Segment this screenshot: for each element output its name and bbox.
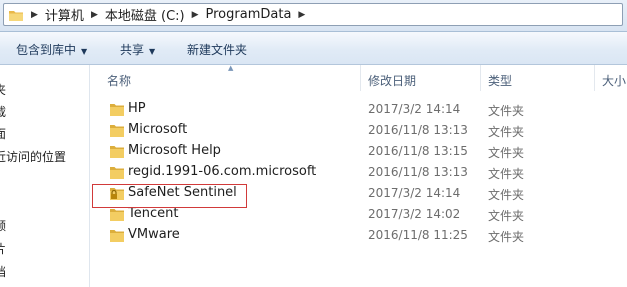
folder-icon <box>9 10 23 21</box>
dropdown-arrow-icon: ▼ <box>149 47 156 56</box>
nav-item-recent-places[interactable]: 近访问的位置 <box>0 148 66 165</box>
file-type: 文件夹 <box>488 167 525 181</box>
file-date: 2016/11/8 13:13 <box>368 123 468 137</box>
nav-item[interactable]: 面 <box>0 125 6 142</box>
column-divider[interactable] <box>480 65 481 91</box>
file-name: VMware <box>128 227 180 242</box>
dropdown-arrow-icon: ▼ <box>81 47 88 56</box>
column-header-date[interactable]: 修改日期 <box>368 72 416 89</box>
file-name: regid.1991-06.com.microsoft <box>128 164 317 179</box>
folder-icon <box>110 125 124 137</box>
address-bar: ▶ 计算机 ▶ 本地磁盘 (C:) ▶ ProgramData ▶ <box>0 0 627 32</box>
column-header-type[interactable]: 类型 <box>488 72 512 89</box>
chevron-right-icon[interactable]: ▶ <box>91 10 98 20</box>
column-headers: ▲ 名称 修改日期 类型 大小 <box>90 64 627 91</box>
file-type: 文件夹 <box>488 209 525 223</box>
file-name: Tencent <box>128 206 179 221</box>
share-button[interactable]: 共享 ▼ <box>120 41 155 58</box>
nav-item[interactable]: 夹 <box>0 81 6 98</box>
chevron-right-icon[interactable]: ▶ <box>192 10 199 20</box>
breadcrumb-local-disk[interactable]: 本地磁盘 (C:) <box>105 5 185 24</box>
include-in-library-label: 包含到库中 <box>16 43 77 57</box>
file-date: 2016/11/8 11:25 <box>368 228 468 242</box>
folder-icon <box>110 146 124 158</box>
file-row[interactable]: Microsoft Help 2016/11/8 13:15 文件夹 <box>90 141 627 162</box>
column-header-name[interactable]: 名称 <box>107 72 131 89</box>
column-header-size[interactable]: 大小 <box>602 72 626 89</box>
chevron-right-icon[interactable]: ▶ <box>31 10 38 20</box>
share-label: 共享 <box>120 43 145 57</box>
file-name: HP <box>128 101 146 116</box>
file-type: 文件夹 <box>488 125 525 139</box>
file-type: 文件夹 <box>488 146 525 160</box>
folder-icon <box>110 230 124 242</box>
chevron-right-icon[interactable]: ▶ <box>298 10 305 20</box>
file-row[interactable]: HP 2017/3/2 14:14 文件夹 <box>90 99 627 120</box>
file-date: 2017/3/2 14:14 <box>368 102 461 116</box>
nav-item[interactable]: 档 <box>0 263 6 280</box>
nav-item[interactable]: 载 <box>0 103 6 120</box>
file-type: 文件夹 <box>488 104 525 118</box>
breadcrumb-programdata[interactable]: ProgramData <box>206 7 292 22</box>
nav-item[interactable]: 频 <box>0 217 6 234</box>
file-name: Microsoft Help <box>128 143 221 158</box>
navigation-pane: 夹 载 面 近访问的位置 频 片 档 <box>0 65 90 287</box>
folder-icon <box>110 209 124 221</box>
column-divider[interactable] <box>594 65 595 91</box>
file-row[interactable]: regid.1991-06.com.microsoft 2016/11/8 13… <box>90 162 627 183</box>
file-type: 文件夹 <box>488 230 525 244</box>
annotation-highlight-box <box>92 184 247 208</box>
sort-ascending-icon: ▲ <box>228 64 234 72</box>
file-list: ▲ 名称 修改日期 类型 大小 HP 2017/3/2 14:14 文件夹 Mi… <box>90 64 627 287</box>
address-box[interactable]: ▶ 计算机 ▶ 本地磁盘 (C:) ▶ ProgramData ▶ <box>3 3 623 26</box>
file-name: Microsoft <box>128 122 188 137</box>
nav-item[interactable]: 片 <box>0 240 6 257</box>
file-row[interactable]: VMware 2016/11/8 11:25 文件夹 <box>90 225 627 246</box>
new-folder-label: 新建文件夹 <box>187 43 248 57</box>
folder-icon <box>110 167 124 179</box>
file-date: 2016/11/8 13:13 <box>368 165 468 179</box>
file-date: 2017/3/2 14:14 <box>368 186 461 200</box>
include-in-library-button[interactable]: 包含到库中 ▼ <box>16 41 87 58</box>
command-bar: 包含到库中 ▼ 共享 ▼ 新建文件夹 <box>0 32 627 65</box>
file-date: 2016/11/8 13:15 <box>368 144 468 158</box>
breadcrumb-computer[interactable]: 计算机 <box>45 5 84 24</box>
file-date: 2017/3/2 14:02 <box>368 207 461 221</box>
file-type: 文件夹 <box>488 188 525 202</box>
folder-icon <box>110 104 124 116</box>
file-row[interactable]: Microsoft 2016/11/8 13:13 文件夹 <box>90 120 627 141</box>
column-divider[interactable] <box>360 65 361 91</box>
new-folder-button[interactable]: 新建文件夹 <box>187 41 247 58</box>
